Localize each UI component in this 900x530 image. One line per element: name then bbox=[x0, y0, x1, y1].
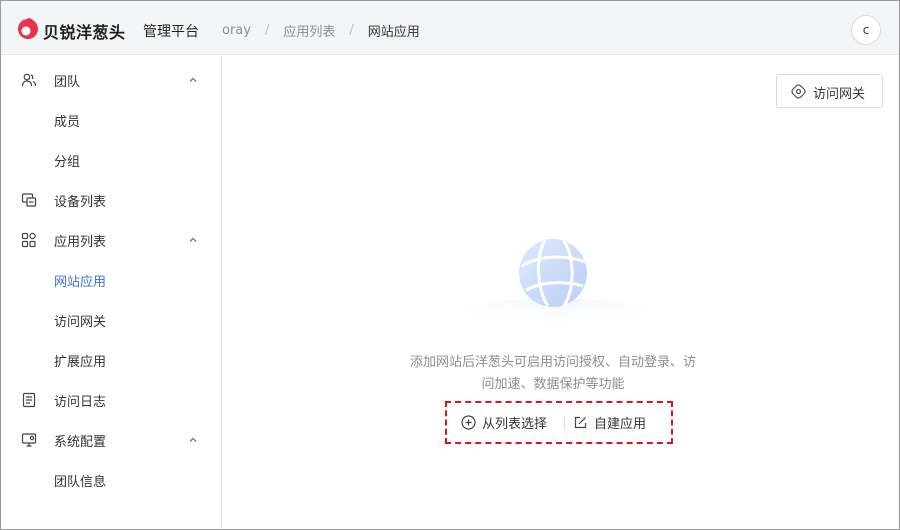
select-from-list-button[interactable]: 从列表选择 bbox=[461, 413, 547, 432]
plus-circle-icon bbox=[461, 415, 476, 430]
brand-name[interactable]: 贝锐洋葱头 bbox=[43, 19, 126, 43]
actions-divider bbox=[564, 416, 565, 430]
chevron-up-icon[interactable] bbox=[187, 434, 199, 446]
chevron-up-icon[interactable] bbox=[187, 234, 199, 246]
sidebar-item-extension-apps[interactable]: 扩展应用 bbox=[1, 340, 221, 380]
sidebar-item-label: 团队信息 bbox=[54, 475, 107, 490]
sidebar-item-label: 网站应用 bbox=[54, 275, 107, 290]
sidebar-item-members[interactable]: 成员 bbox=[1, 100, 221, 140]
sidebar-item-label: 成员 bbox=[54, 115, 81, 130]
settings-icon bbox=[21, 433, 37, 447]
empty-state-line: 问加速、数据保护等功能 bbox=[481, 377, 625, 392]
create-app-button[interactable]: 自建应用 bbox=[573, 413, 646, 432]
top-header: 贝锐洋葱头 管理平台 oray / 应用列表 / 网站应用 c bbox=[1, 1, 899, 55]
team-icon bbox=[21, 73, 37, 87]
empty-state-line: 添加网站后洋葱头可启用访问授权、自动登录、访 bbox=[409, 355, 696, 370]
breadcrumb-separator: / bbox=[264, 23, 270, 38]
sidebar-item-label: 分组 bbox=[54, 155, 81, 170]
highlighted-actions: 从列表选择 自建应用 bbox=[445, 401, 673, 444]
device-icon bbox=[21, 193, 37, 207]
brand-logo-icon[interactable] bbox=[17, 17, 39, 39]
breadcrumb-item-org[interactable]: oray bbox=[222, 23, 251, 38]
chevron-up-icon[interactable] bbox=[187, 74, 199, 86]
breadcrumb-item-app-list[interactable]: 应用列表 bbox=[283, 21, 335, 40]
sidebar-item-access-gateway[interactable]: 访问网关 bbox=[1, 300, 221, 340]
sidebar-item-team[interactable]: 团队 bbox=[1, 60, 221, 100]
sidebar-item-team-info[interactable]: 团队信息 bbox=[1, 460, 221, 500]
sidebar-item-groups[interactable]: 分组 bbox=[1, 140, 221, 180]
sidebar-item-access-logs[interactable]: 访问日志 bbox=[1, 380, 221, 420]
access-gateway-label: 访问网关 bbox=[813, 87, 866, 102]
empty-state-description: 添加网站后洋葱头可启用访问授权、自动登录、访 问加速、数据保护等功能 bbox=[393, 352, 713, 396]
edit-icon bbox=[574, 416, 587, 429]
sidebar-item-devices[interactable]: 设备列表 bbox=[1, 180, 221, 220]
sidebar-item-label: 团队 bbox=[54, 75, 81, 90]
breadcrumb-item-current: 网站应用 bbox=[367, 25, 420, 40]
app-window: 贝锐洋葱头 管理平台 oray / 应用列表 / 网站应用 c 团队 成员 分组… bbox=[0, 0, 900, 530]
gateway-icon bbox=[791, 84, 806, 99]
brand-subtitle: 管理平台 bbox=[143, 24, 199, 40]
sidebar-item-label: 设备列表 bbox=[54, 195, 107, 210]
sidebar-item-label: 系统配置 bbox=[54, 435, 107, 450]
sidebar-item-app-list[interactable]: 应用列表 bbox=[1, 220, 221, 260]
user-avatar[interactable]: c bbox=[851, 15, 881, 45]
sidebar-item-label: 扩展应用 bbox=[54, 355, 107, 370]
breadcrumb: oray / 应用列表 / 网站应用 bbox=[222, 21, 420, 40]
access-gateway-button[interactable]: 访问网关 bbox=[776, 74, 883, 108]
sidebar-item-web-apps[interactable]: 网站应用 bbox=[1, 260, 221, 300]
apps-icon bbox=[21, 232, 36, 248]
sidebar: 团队 成员 分组 设备列表 应用列表 网站应用 访问网关 扩展应用 访问日志 系… bbox=[1, 56, 222, 529]
sidebar-item-label: 访问网关 bbox=[54, 315, 107, 330]
log-icon bbox=[22, 392, 36, 408]
select-from-list-label: 从列表选择 bbox=[482, 417, 548, 432]
sidebar-item-label: 访问日志 bbox=[54, 395, 107, 410]
sidebar-item-system-settings[interactable]: 系统配置 bbox=[1, 420, 221, 460]
create-app-label: 自建应用 bbox=[594, 417, 647, 432]
sidebar-item-label: 应用列表 bbox=[54, 235, 107, 250]
main-content: 访问网关 添加网站后洋葱头可启用访问授权、自动登录、访 问加速、数据保护等功能 … bbox=[223, 56, 899, 529]
breadcrumb-separator: / bbox=[349, 23, 354, 38]
globe-illustration-icon bbox=[446, 239, 666, 346]
